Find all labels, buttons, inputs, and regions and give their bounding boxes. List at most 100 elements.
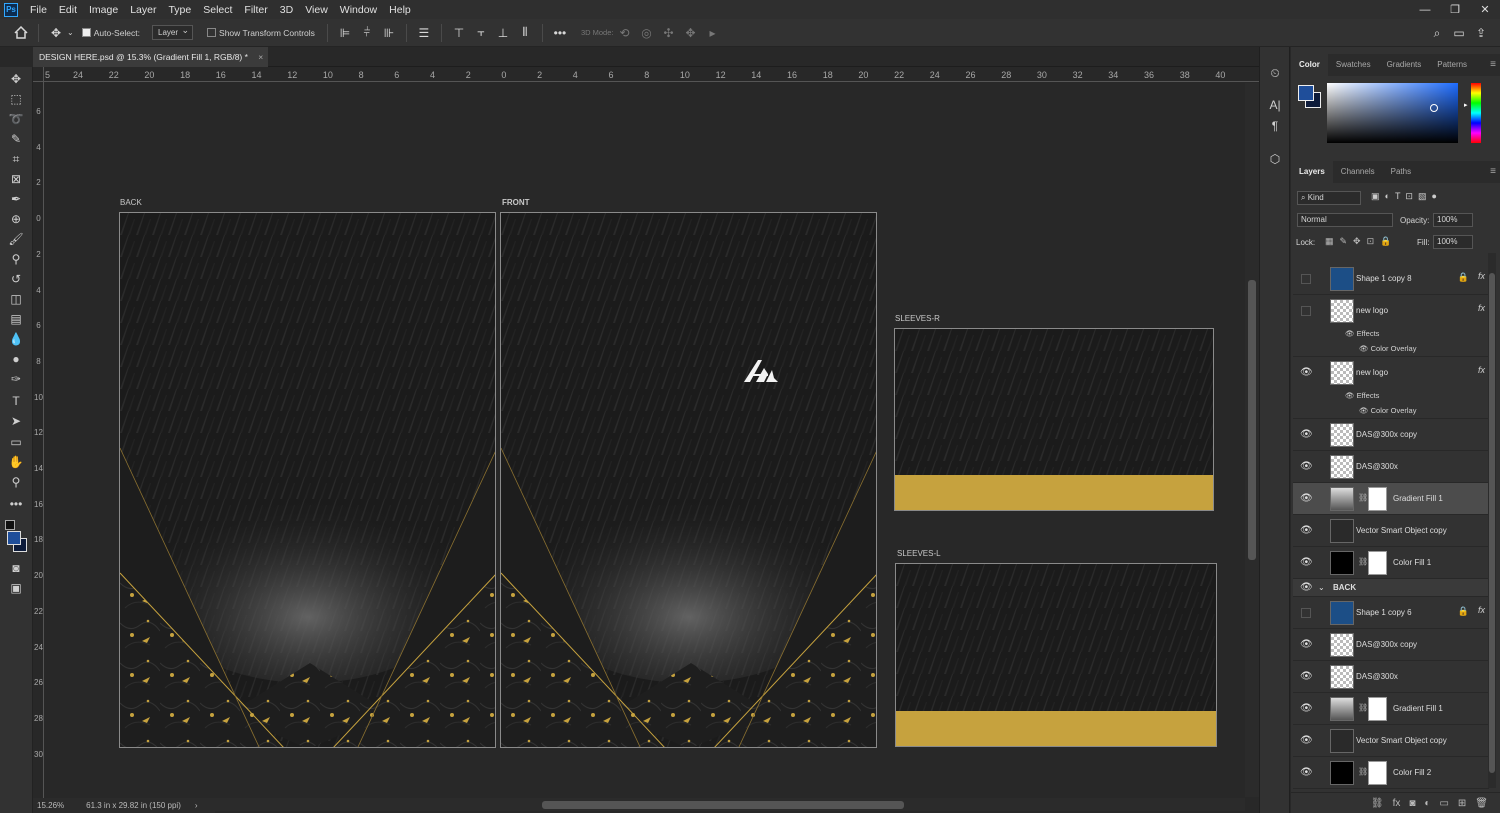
tab-channels[interactable]: Channels <box>1333 161 1383 183</box>
opacity-field[interactable]: 100% <box>1433 213 1473 227</box>
tab-swatches[interactable]: Swatches <box>1328 54 1379 76</box>
eye-icon[interactable]: 👁 <box>1345 391 1357 400</box>
tab-color[interactable]: Color <box>1291 54 1328 76</box>
vertical-scrollbar[interactable] <box>1245 83 1259 797</box>
search-icon[interactable]: ⌕ <box>1426 22 1448 44</box>
distribute-icon[interactable]: ☰ <box>413 22 435 44</box>
healing-brush-tool-icon[interactable]: ⊕ <box>6 210 26 228</box>
quick-mask-icon[interactable]: ◙ <box>6 559 26 577</box>
artboard-back[interactable] <box>119 212 496 748</box>
tab-layers[interactable]: Layers <box>1291 161 1333 183</box>
menu-file[interactable]: File <box>24 4 53 16</box>
layer-row[interactable]: 👁 DAS@300x <box>1293 661 1489 693</box>
eye-icon[interactable]: 👁 <box>1300 367 1313 379</box>
crop-tool-icon[interactable]: ⌗ <box>6 150 26 168</box>
paragraph-panel-icon[interactable]: ¶ <box>1265 117 1285 135</box>
color-picker-cursor[interactable] <box>1430 104 1438 112</box>
horizontal-scroll-thumb[interactable] <box>542 801 904 809</box>
trash-icon[interactable]: 🗑 <box>1475 798 1488 809</box>
lock-icons[interactable]: ▦✎✥⊡🔒 <box>1325 236 1397 247</box>
3d-camera-icon[interactable]: ▸ <box>701 22 723 44</box>
layer-row[interactable]: 👁 new logo fx 👁 Effects 👁 Color Overlay <box>1293 357 1489 419</box>
ruler-origin[interactable] <box>33 67 44 82</box>
artboard-label-back[interactable]: BACK <box>120 198 142 207</box>
more-tools-icon[interactable]: ••• <box>6 495 26 513</box>
eye-icon[interactable]: 👁 <box>1300 703 1313 715</box>
eye-icon[interactable]: 👁 <box>1300 639 1313 651</box>
artboard-label-sleeves-l[interactable]: SLEEVES-L <box>897 549 941 558</box>
eye-icon[interactable]: 👁 <box>1300 461 1313 473</box>
distribute-v-icon[interactable]: ⫴ <box>514 22 536 44</box>
auto-select-checkbox[interactable] <box>81 28 91 37</box>
brush-tool-icon[interactable]: 🖌 <box>6 230 26 248</box>
eye-icon[interactable]: 👁 <box>1300 735 1313 747</box>
close-window-button[interactable]: ✕ <box>1470 0 1500 19</box>
history-panel-icon[interactable]: ⏲ <box>1265 64 1285 82</box>
color-panel-foreground[interactable] <box>1298 85 1314 101</box>
history-brush-tool-icon[interactable]: ↺ <box>6 270 26 288</box>
panel-menu-icon[interactable]: ≡ <box>1490 59 1496 70</box>
link-icon[interactable]: ⛓ <box>1358 703 1368 712</box>
restore-button[interactable]: ❐ <box>1440 0 1470 19</box>
clone-stamp-tool-icon[interactable]: ⚲ <box>6 250 26 268</box>
layer-row[interactable]: 👁 DAS@300x copy <box>1293 629 1489 661</box>
artboard-front[interactable] <box>500 212 877 748</box>
align-right-icon[interactable]: ⊪ <box>378 22 400 44</box>
eye-icon[interactable]: 👁 <box>1300 429 1313 441</box>
align-center-h-icon[interactable]: ⫩ <box>356 22 378 44</box>
layer-group-back[interactable]: 👁 ⌄ BACK <box>1293 579 1489 597</box>
layers-panel-menu-icon[interactable]: ≡ <box>1490 166 1496 177</box>
layer-row[interactable]: Shape 1 copy 6 🔒 fx <box>1293 597 1489 629</box>
new-group-icon[interactable]: ▭ <box>1439 798 1448 809</box>
3d-roll-icon[interactable]: ◎ <box>635 22 657 44</box>
menu-edit[interactable]: Edit <box>53 4 83 16</box>
menu-view[interactable]: View <box>299 4 334 16</box>
horizontal-ruler[interactable]: 5 24 22 20 18 16 14 12 10 8 6 4 2 0 2 4 6 8 10 12 14 16 18 20 2… <box>44 67 1259 82</box>
align-middle-v-icon[interactable]: ⫟ <box>470 22 492 44</box>
canvas-area[interactable]: BACK FRONT SLEEVES-R SLEEVES-L <box>45 83 1245 797</box>
add-mask-icon[interactable]: ◙ <box>1409 798 1415 809</box>
tab-patterns[interactable]: Patterns <box>1429 54 1475 76</box>
eye-icon[interactable]: 👁 <box>1300 557 1313 569</box>
eyedropper-tool-icon[interactable]: ✒ <box>6 190 26 208</box>
menu-window[interactable]: Window <box>334 4 383 16</box>
horizontal-scrollbar[interactable] <box>215 798 1245 811</box>
pen-tool-icon[interactable]: ✑ <box>6 370 26 388</box>
layers-scrollbar[interactable] <box>1488 253 1496 788</box>
tab-gradients[interactable]: Gradients <box>1379 54 1430 76</box>
chevron-down-icon[interactable]: ⌄ <box>1318 583 1325 592</box>
eye-icon[interactable]: 👁 <box>1359 344 1371 353</box>
layer-filter-dropdown[interactable]: ⌕ Kind <box>1297 191 1361 205</box>
fx-icon[interactable]: fx <box>1478 365 1485 375</box>
menu-layer[interactable]: Layer <box>124 4 162 16</box>
share-icon[interactable]: ⇪ <box>1470 22 1492 44</box>
fx-icon[interactable]: fx <box>1393 798 1401 809</box>
visibility-toggle[interactable] <box>1301 274 1311 284</box>
document-tab[interactable]: DESIGN HERE.psd @ 15.3% (Gradient Fill 1… <box>33 47 268 67</box>
minimize-button[interactable]: — <box>1410 0 1440 19</box>
color-field[interactable] <box>1327 83 1458 143</box>
character-panel-icon[interactable]: A| <box>1265 96 1285 114</box>
menu-help[interactable]: Help <box>383 4 417 16</box>
marquee-tool-icon[interactable]: ⬚ <box>6 90 26 108</box>
blend-mode-dropdown[interactable]: Normal <box>1297 213 1393 227</box>
gradient-tool-icon[interactable]: ▤ <box>6 310 26 328</box>
layer-mask-thumbnail[interactable] <box>1368 697 1387 721</box>
align-bottom-icon[interactable]: ⊥ <box>492 22 514 44</box>
align-top-icon[interactable]: ⊤ <box>448 22 470 44</box>
layer-row[interactable]: 👁 ⛓ Color Fill 2 <box>1293 757 1489 789</box>
move-tool-icon[interactable]: ✥ <box>6 70 26 88</box>
path-select-tool-icon[interactable]: ➤ <box>6 412 26 430</box>
dodge-tool-icon[interactable]: ● <box>6 350 26 368</box>
link-icon[interactable]: ⛓ <box>1358 493 1368 502</box>
home-icon[interactable] <box>10 22 32 44</box>
new-layer-icon[interactable]: ⊞ <box>1458 798 1466 809</box>
chevron-right-icon[interactable]: › <box>195 801 198 810</box>
show-transform-checkbox[interactable] <box>207 28 217 37</box>
artboard-sleeves-l[interactable] <box>895 563 1217 747</box>
layer-row[interactable]: 👁 DAS@300x <box>1293 451 1489 483</box>
chevron-down-icon[interactable]: ⌄ <box>67 28 74 37</box>
quick-select-tool-icon[interactable]: ✎ <box>6 130 26 148</box>
eye-icon[interactable]: 👁 <box>1300 582 1313 594</box>
layer-row[interactable]: 👁 ⛓ Color Fill 1 <box>1293 547 1489 579</box>
